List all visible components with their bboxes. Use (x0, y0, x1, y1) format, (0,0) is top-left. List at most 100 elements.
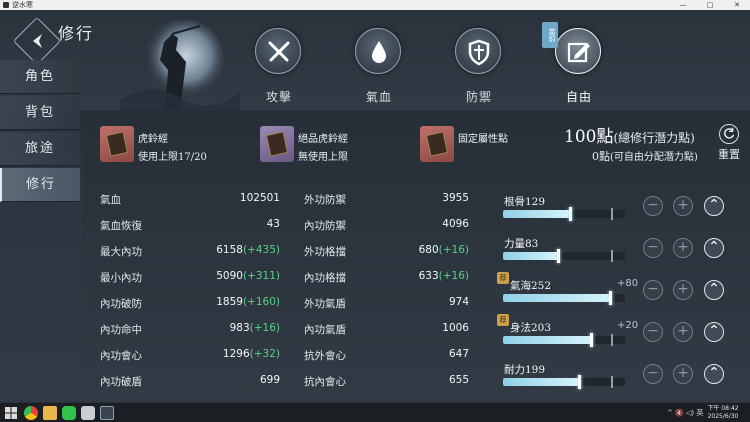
stat-key: 外功格擋 (304, 246, 346, 258)
stat-value: 699 (259, 374, 280, 386)
stat-row: 內功破防 1859(+160) (100, 296, 280, 314)
max-increase-button[interactable]: ⌃ (704, 322, 724, 342)
item-icon (260, 126, 294, 162)
decrease-button[interactable]: − (643, 238, 663, 258)
attribute-slider-handle[interactable] (578, 375, 581, 389)
recommended-badge: 荐 (497, 272, 509, 284)
attribute-slider[interactable] (503, 375, 625, 389)
stat-row: 抗內會心 655 (304, 374, 469, 392)
item-tiger-bell-sutra[interactable]: 虎鈴經 使用上限17/20 (100, 126, 250, 163)
tab-attack-label: 攻擊 (265, 90, 292, 104)
stat-key: 外功氣盾 (304, 298, 346, 310)
taskbar: ^ 🔇 ◁) 英 下午 08:42 2025/6/30 (0, 402, 750, 422)
tab-attack[interactable]: 攻擊 (244, 28, 314, 108)
stat-key: 內功格擋 (304, 272, 346, 284)
reset-button[interactable]: 重置 (712, 124, 746, 162)
sidebar-item-character[interactable]: 角色 (0, 60, 80, 94)
tab-free[interactable]: 當前 自由 (542, 22, 614, 108)
attribute-name: 耐力199 (504, 364, 546, 376)
increase-button[interactable]: + (673, 196, 693, 216)
free-points-value: 0點 (592, 150, 610, 163)
blood-drop-icon (372, 41, 386, 63)
chrome-icon[interactable] (24, 406, 38, 420)
item-premium-tiger-bell-sutra[interactable]: 絕品虎鈴經 無使用上限 (260, 126, 410, 163)
attribute-name: 身法203 (510, 322, 552, 334)
main-panel: 虎鈴經 使用上限17/20 絕品虎鈴經 無使用上限 固定屬性點 100點(總修行… (82, 112, 750, 402)
sidebar-item-bag[interactable]: 背包 (0, 96, 80, 130)
increase-button[interactable]: + (673, 280, 693, 300)
sidebar-item-journey[interactable]: 旅途 (0, 132, 80, 166)
windows-start-icon[interactable] (4, 406, 18, 420)
stat-value: 3955 (442, 192, 469, 204)
app-icon[interactable] (81, 406, 95, 420)
stat-key: 內功破防 (100, 298, 142, 310)
close-button[interactable]: ✕ (730, 0, 744, 10)
stat-row: 最小內功 5090(+311) (100, 270, 280, 288)
tab-defense-ring (455, 28, 501, 74)
max-increase-button[interactable]: ⌃ (704, 280, 724, 300)
max-increase-button[interactable]: ⌃ (704, 238, 724, 258)
attribute-row-agility: 荐 身法203 +20 − + ⌃ (497, 314, 748, 350)
stat-key: 抗外會心 (304, 350, 346, 362)
line-app-icon[interactable] (62, 406, 76, 420)
attribute-bonus: +80 (617, 278, 639, 289)
attribute-slider-handle[interactable] (557, 249, 560, 263)
item-fixed-attribute-points[interactable]: 固定屬性點 (420, 126, 560, 162)
stat-value: 102501 (239, 192, 280, 204)
tab-free-ring (555, 28, 601, 74)
book-icon (105, 131, 129, 157)
stat-key: 最大內功 (100, 246, 142, 258)
attribute-slider[interactable] (503, 249, 625, 263)
attribute-slider-handle[interactable] (569, 207, 572, 221)
item-usage-limit: 使用上限17/20 (138, 152, 207, 163)
max-increase-button[interactable]: ⌃ (704, 364, 724, 384)
book-icon (425, 131, 449, 157)
sidebar-item-cultivation[interactable]: 修行 (0, 168, 80, 202)
hero-character-art (120, 20, 240, 110)
tab-defense[interactable]: 防禦 (444, 28, 514, 108)
item-icon (420, 126, 454, 162)
total-points: 100點(總修行潛力點) (564, 122, 695, 147)
stat-value: 633(+16) (418, 270, 469, 282)
header: 修行 攻擊 氣血 防禦 當前 自由 (0, 10, 750, 110)
game-app-icon[interactable] (100, 406, 114, 420)
clock[interactable]: 下午 08:42 2025/6/30 (703, 405, 743, 421)
decrease-button[interactable]: − (643, 364, 663, 384)
attribute-slider-marker (611, 250, 613, 262)
decrease-button[interactable]: − (643, 322, 663, 342)
system-tray[interactable]: ^ 🔇 ◁) 英 (667, 408, 703, 418)
minimize-button[interactable]: — (676, 0, 690, 10)
attribute-slider-fill (503, 294, 610, 302)
maximize-button[interactable]: □ (703, 0, 717, 10)
decrease-button[interactable]: − (643, 196, 663, 216)
stat-key: 內功會心 (100, 350, 142, 362)
stat-value: 680(+16) (418, 244, 469, 256)
increase-button[interactable]: + (673, 364, 693, 384)
file-explorer-icon[interactable] (43, 406, 57, 420)
stat-key: 氣血 (100, 194, 121, 206)
book-icon (265, 131, 289, 157)
attribute-name: 氣海252 (510, 280, 552, 292)
attribute-slider[interactable] (503, 207, 625, 221)
stat-row: 外功格擋 680(+16) (304, 244, 469, 262)
attribute-slider-fill (503, 252, 558, 260)
stat-value: 6158(+435) (216, 244, 280, 256)
window-title: 逆水寒 (12, 1, 33, 9)
tab-blood[interactable]: 氣血 (344, 28, 414, 108)
stat-key: 最小內功 (100, 272, 142, 284)
stat-row: 氣血恢復 43 (100, 218, 280, 236)
attribute-slider-handle[interactable] (590, 333, 593, 347)
max-increase-button[interactable]: ⌃ (704, 196, 724, 216)
stat-value: 1006 (442, 322, 469, 334)
attribute-slider-marker (611, 334, 613, 346)
decrease-button[interactable]: − (643, 280, 663, 300)
attribute-slider[interactable] (503, 333, 625, 347)
attribute-slider[interactable] (503, 291, 625, 305)
increase-button[interactable]: + (673, 322, 693, 342)
stat-row: 內功破盾 699 (100, 374, 280, 392)
increase-button[interactable]: + (673, 238, 693, 258)
attribute-slider-handle[interactable] (609, 291, 612, 305)
item-name: 固定屬性點 (458, 134, 508, 145)
stat-value: 5090(+311) (216, 270, 280, 282)
current-badge: 當前 (542, 22, 558, 48)
